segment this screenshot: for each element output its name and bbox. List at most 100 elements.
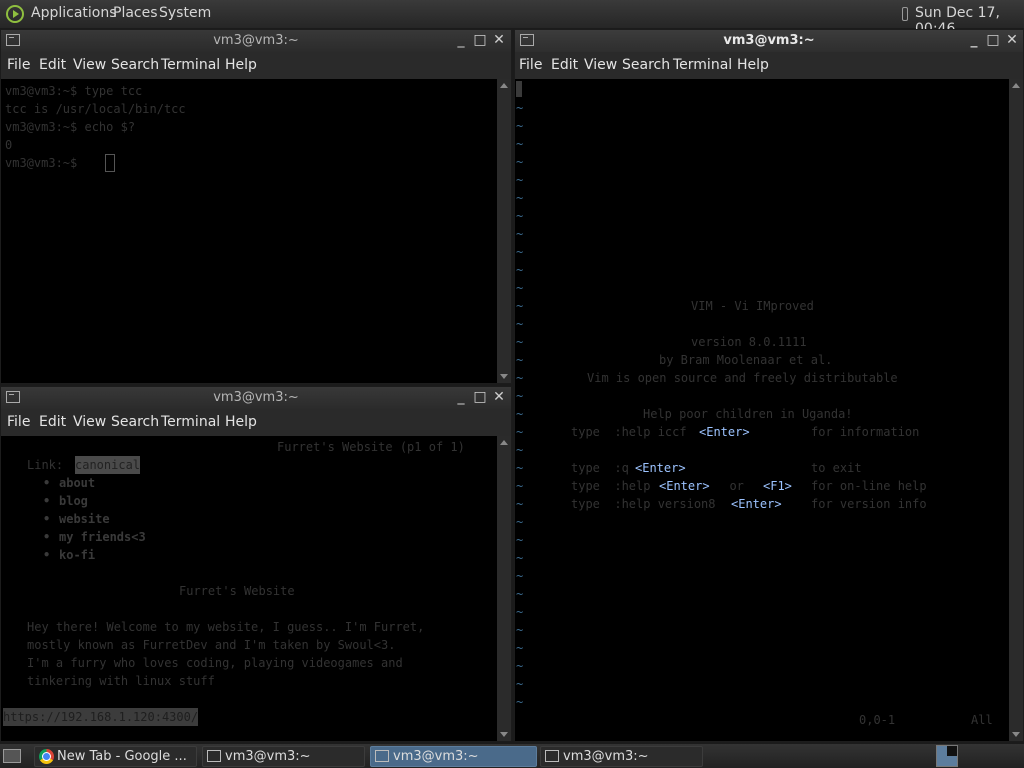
vim-tilde-marker: ~ [516,533,524,547]
vim-tilde-marker: ~ [516,317,524,331]
nav-link-friends[interactable]: my friends<3 [59,528,146,546]
maximize-icon[interactable]: □ [985,32,1001,48]
vim-help-line: Help poor children in Uganda! [643,407,853,421]
vim-row-version-desc: for version info [811,497,927,511]
paragraph-line: Hey there! Welcome to my website, I gues… [27,620,425,634]
menu-help[interactable]: Help [225,57,257,73]
vim-tilde-marker: ~ [516,263,524,277]
menu-terminal[interactable]: Terminal [161,414,220,430]
close-icon[interactable]: ✕ [491,32,507,48]
menu-file[interactable]: File [7,414,30,430]
menu-places[interactable]: Places [113,5,158,21]
maximize-icon[interactable]: □ [472,389,488,405]
close-icon[interactable]: ✕ [1004,32,1020,48]
menu-file[interactable]: File [7,57,30,73]
battery-icon[interactable] [902,7,908,21]
terminal-window-bottom-left[interactable]: vm3@vm3:~ _ □ ✕ File Edit View Search Te… [0,386,512,742]
text-cursor [105,154,115,172]
window-title: vm3@vm3:~ [723,33,815,48]
menu-view[interactable]: View [73,414,106,430]
workspace-switcher[interactable] [936,745,958,767]
menu-help[interactable]: Help [225,414,257,430]
nav-bullet: • [43,494,51,508]
vim-tilde-marker: ~ [516,695,524,709]
menu-help[interactable]: Help [737,57,769,73]
link-canonical[interactable]: canonical [75,456,141,474]
nav-link-about[interactable]: about [59,474,95,492]
window-title: vm3@vm3:~ [213,390,299,405]
paragraph-line: mostly known as FurretDev and I'm taken … [27,638,396,652]
distro-logo-icon[interactable] [6,5,24,23]
bottom-taskbar: New Tab - Google ... vm3@vm3:~ vm3@vm3:~… [0,744,1024,768]
terminal-output[interactable]: vm3@vm3:~$ type tcc tcc is /usr/local/bi… [1,79,497,383]
menu-view[interactable]: View [73,57,106,73]
window-menubar: File Edit View Search Terminal Help [515,52,1023,79]
menu-edit[interactable]: Edit [551,57,578,73]
close-icon[interactable]: ✕ [491,389,507,405]
vim-tilde-marker: ~ [516,677,524,691]
vim-tilde-marker: ~ [516,371,524,385]
enter-key: <Enter> [635,461,686,475]
nav-link-blog[interactable]: blog [59,492,88,510]
taskbar-item-terminal[interactable]: vm3@vm3:~ [540,746,703,767]
scrollbar[interactable] [497,79,511,383]
taskbar-item-terminal[interactable]: vm3@vm3:~ [202,746,365,767]
taskbar-item-label: vm3@vm3:~ [225,749,311,764]
terminal-window-top-left[interactable]: vm3@vm3:~ _ □ ✕ File Edit View Search Te… [0,29,512,384]
vim-tilde-marker: ~ [516,119,524,133]
vim-tilde-marker: ~ [516,515,524,529]
workspace-1[interactable] [937,746,947,766]
vim-tilde-marker: ~ [516,551,524,565]
show-desktop-icon[interactable] [3,749,21,763]
workspace-2[interactable] [947,756,957,766]
nav-link-website[interactable]: website [59,510,110,528]
taskbar-item-label: New Tab - Google ... [57,749,187,764]
vim-tilde-marker: ~ [516,569,524,583]
window-titlebar[interactable]: vm3@vm3:~ _ □ ✕ [515,30,1023,52]
menu-search[interactable]: Search [622,57,670,73]
menu-search[interactable]: Search [111,414,159,430]
minimize-icon[interactable]: _ [966,32,982,48]
menu-file[interactable]: File [519,57,542,73]
vim-tilde-marker: ~ [516,443,524,457]
vim-tilde-marker: ~ [516,281,524,295]
scrollbar[interactable] [1009,79,1023,741]
vim-ruler-all: All [971,713,993,727]
taskbar-item-label: vm3@vm3:~ [563,749,649,764]
window-title: vm3@vm3:~ [213,33,299,48]
top-panel: Applications Places System Sun Dec 17, 0… [0,0,1024,37]
nav-link-kofi[interactable]: ko-fi [59,546,95,564]
minimize-icon[interactable]: _ [453,389,469,405]
menu-terminal[interactable]: Terminal [673,57,732,73]
maximize-icon[interactable]: □ [472,32,488,48]
menu-view[interactable]: View [584,57,617,73]
vim-row-iccf-desc: for information [811,425,920,439]
terminal-line: tcc is /usr/local/bin/tcc [5,102,186,116]
vim-buffer[interactable]: ~ ~ ~ ~ ~ ~ ~ ~ ~ ~ ~ ~ ~ ~ ~ ~ ~ ~ ~ ~ ~ ~ ~ ~ ~ ~ ~ ~ ~ ~ ~ ~ ~ ~ VIM -… [515,79,1009,741]
terminal-line: vm3@vm3:~$ echo $? [5,120,136,134]
vim-tilde-marker: ~ [516,353,524,367]
menu-edit[interactable]: Edit [39,414,66,430]
enter-key: <Enter> [659,479,710,493]
terminal-window-vim[interactable]: vm3@vm3:~ _ □ ✕ File Edit View Search Te… [514,29,1024,742]
taskbar-item-terminal-active[interactable]: vm3@vm3:~ [370,746,537,767]
vim-tilde-marker: ~ [516,623,524,637]
taskbar-item-chrome[interactable]: New Tab - Google ... [34,746,197,767]
vim-row-help-cmd: type :help [571,479,651,493]
enter-key: <Enter> [731,497,782,511]
minimize-icon[interactable]: _ [453,32,469,48]
menu-edit[interactable]: Edit [39,57,66,73]
menu-search[interactable]: Search [111,57,159,73]
nav-bullet: • [43,512,51,526]
vim-tilde-marker: ~ [516,641,524,655]
vim-tilde-marker: ~ [516,227,524,241]
menu-system[interactable]: System [159,5,211,21]
terminal-output[interactable]: Furret's Website (p1 of 1) Link: canonic… [1,436,497,741]
window-titlebar[interactable]: vm3@vm3:~ _ □ ✕ [1,30,511,52]
vim-ruler-position: 0,0-1 [859,713,896,727]
scrollbar[interactable] [497,436,511,741]
menu-applications[interactable]: Applications [31,5,117,21]
vim-tilde-marker: ~ [516,587,524,601]
window-titlebar[interactable]: vm3@vm3:~ _ □ ✕ [1,387,511,409]
menu-terminal[interactable]: Terminal [161,57,220,73]
